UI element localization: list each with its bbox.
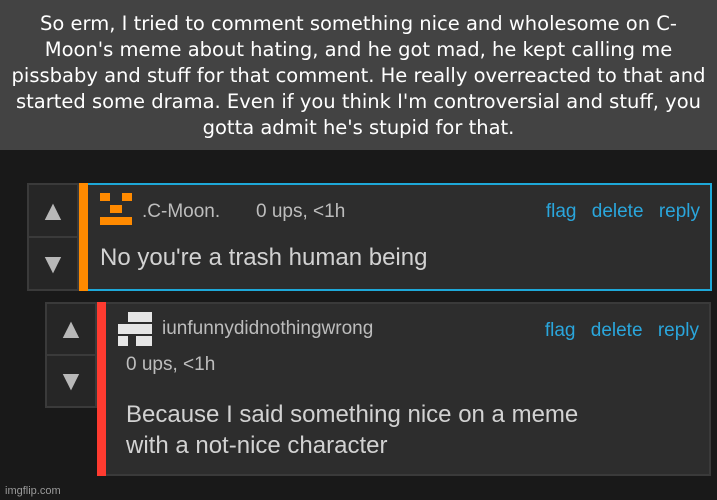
upvote-arrow-icon[interactable]: ▲: [29, 185, 77, 236]
downvote-arrow-icon[interactable]: ▼: [29, 236, 77, 289]
comment-actions: flag delete reply: [536, 201, 700, 223]
comment-cmoon: ▲ ▼ .C-Moon. 0 ups, <1h flag delete repl…: [27, 183, 712, 291]
flag-link[interactable]: flag: [545, 320, 576, 341]
comment-body: iunfunnydidnothingwrong 0 ups, <1h flag …: [106, 302, 711, 476]
avatar-icon[interactable]: [96, 191, 136, 231]
vote-column: ▲ ▼: [45, 302, 97, 408]
comment-text-line: Because I said something nice on a meme: [126, 401, 579, 428]
comment-text-line: with a not-nice character: [126, 432, 388, 459]
comment-body: .C-Moon. 0 ups, <1h flag delete reply No…: [88, 183, 712, 291]
comment-color-stripe: [97, 302, 106, 476]
delete-link[interactable]: delete: [591, 320, 643, 341]
avatar-icon[interactable]: [116, 310, 156, 352]
reply-link[interactable]: reply: [658, 320, 699, 341]
comment-username[interactable]: .C-Moon.: [142, 201, 220, 223]
comment-iunfunny: ▲ ▼ iunfunnydidnothingwrong 0 ups, <1h f…: [45, 302, 711, 476]
comment-meta: 0 ups, <1h: [256, 201, 346, 222]
comment-text: No you're a trash human being: [100, 244, 428, 271]
meme-caption: So erm, I tried to comment something nic…: [0, 0, 717, 150]
imgflip-watermark: imgflip.com: [5, 485, 61, 497]
flag-link[interactable]: flag: [546, 201, 577, 222]
downvote-arrow-icon[interactable]: ▼: [47, 354, 95, 406]
comment-username[interactable]: iunfunnydidnothingwrong: [162, 318, 373, 340]
comment-actions: flag delete reply: [535, 320, 699, 342]
comment-text: Because I said something nice on a meme …: [126, 399, 578, 461]
reply-link[interactable]: reply: [659, 201, 700, 222]
comment-meta: 0 ups, <1h: [126, 354, 216, 375]
vote-column: ▲ ▼: [27, 183, 79, 291]
delete-link[interactable]: delete: [592, 201, 644, 222]
upvote-arrow-icon[interactable]: ▲: [47, 304, 95, 354]
comment-color-stripe: [79, 183, 88, 291]
comment-thread-screenshot: ▲ ▼ .C-Moon. 0 ups, <1h flag delete repl…: [0, 150, 717, 500]
